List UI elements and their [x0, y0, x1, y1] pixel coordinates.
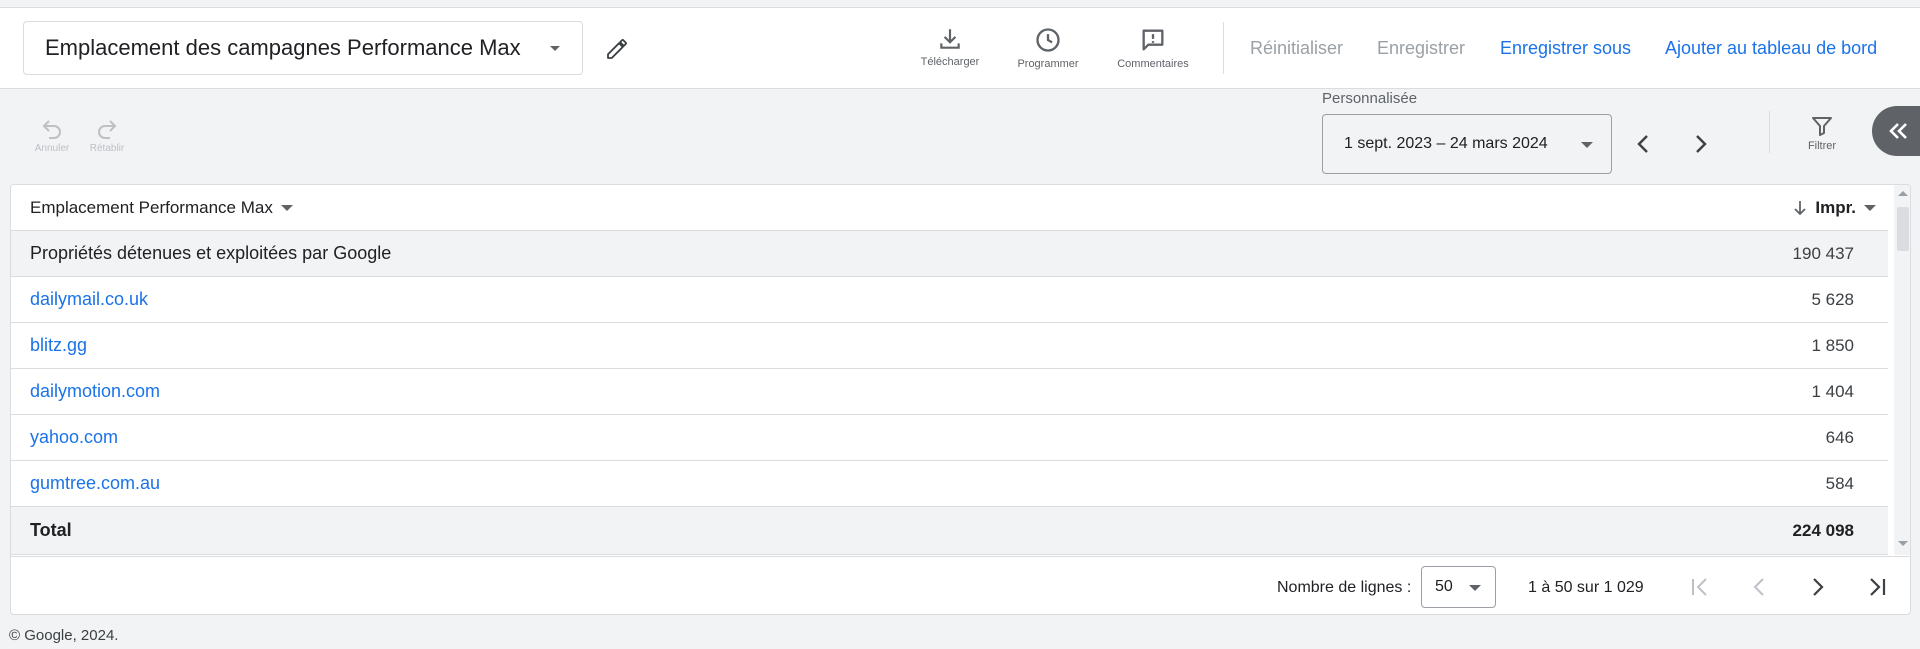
date-range-caption: Personnalisée — [1322, 90, 1418, 107]
top-strip — [0, 0, 1920, 8]
comment-icon — [1142, 29, 1164, 51]
table-total-row: Total 224 098 — [11, 507, 1888, 555]
collapse-panel-button[interactable] — [1872, 106, 1920, 156]
date-range-value: 1 sept. 2023 – 24 mars 2024 — [1344, 135, 1548, 152]
save-as-button[interactable]: Enregistrer sous — [1500, 38, 1631, 59]
filter-icon — [1812, 117, 1832, 136]
placement-table: Emplacement Performance Max Impr. Propri… — [10, 184, 1911, 615]
redo-button[interactable]: Rétablir — [80, 117, 134, 154]
clock-icon — [1036, 28, 1060, 52]
comments-label: Commentaires — [1117, 58, 1189, 70]
toolbar-divider — [1769, 111, 1770, 153]
scroll-down-icon[interactable] — [1898, 541, 1908, 546]
redo-icon — [98, 120, 117, 139]
table-scrollbar[interactable] — [1894, 185, 1910, 555]
placement-link[interactable]: gumtree.com.au — [30, 473, 160, 494]
rows-per-page-select[interactable]: 50 — [1421, 566, 1496, 608]
pencil-icon — [607, 39, 627, 59]
chevron-right-icon — [1813, 578, 1824, 596]
first-page-button[interactable] — [1685, 572, 1715, 602]
arrow-down-icon — [1794, 200, 1807, 215]
save-button[interactable]: Enregistrer — [1377, 38, 1465, 59]
scrollbar-thumb[interactable] — [1897, 207, 1909, 251]
table-row: dailymotion.com 1 404 — [11, 369, 1888, 415]
total-impressions: 224 098 — [1792, 520, 1854, 540]
report-toolbar: Annuler Rétablir Personnalisée 1 sept. 2… — [0, 89, 1920, 185]
impressions-cell: 5 628 — [1811, 289, 1854, 309]
chevron-down-icon — [1581, 142, 1593, 148]
impressions-cell: 584 — [1825, 473, 1854, 493]
chevron-down-icon — [280, 204, 293, 211]
chevron-down-icon — [550, 46, 560, 51]
placement-link[interactable]: yahoo.com — [30, 427, 118, 448]
table-row: yahoo.com 646 — [11, 415, 1888, 461]
impressions-cell: 190 437 — [1792, 243, 1854, 263]
edit-title-button[interactable] — [600, 32, 634, 66]
undo-icon — [42, 120, 61, 139]
header-divider — [1223, 22, 1224, 74]
add-to-dashboard-button[interactable]: Ajouter au tableau de bord — [1665, 38, 1877, 59]
next-period-button[interactable] — [1686, 129, 1716, 159]
last-page-icon — [1870, 578, 1886, 596]
pagination-range: 1 à 50 sur 1 029 — [1528, 579, 1644, 596]
pagination-bar: Nombre de lignes : 50 1 à 50 sur 1 029 — [11, 556, 1910, 614]
table-row: blitz.gg 1 850 — [11, 323, 1888, 369]
impressions-cell: 646 — [1825, 427, 1854, 447]
impressions-cell: 1 404 — [1811, 381, 1854, 401]
next-page-button[interactable] — [1803, 572, 1833, 602]
first-page-icon — [1692, 578, 1707, 596]
redo-label: Rétablir — [89, 143, 125, 154]
date-range-picker[interactable]: 1 sept. 2023 – 24 mars 2024 — [1322, 114, 1612, 174]
impressions-cell: 1 850 — [1811, 335, 1854, 355]
column-header-impressions[interactable]: Impr. — [1793, 198, 1876, 218]
placement-cell: Propriétés détenues et exploitées par Go… — [30, 243, 392, 263]
scroll-up-icon[interactable] — [1898, 191, 1908, 196]
reset-button[interactable]: Réinitialiser — [1250, 38, 1343, 59]
table-header-row: Emplacement Performance Max Impr. — [11, 185, 1888, 231]
schedule-button[interactable]: Programmer — [1003, 26, 1093, 70]
report-header: Emplacement des campagnes Performance Ma… — [0, 8, 1920, 89]
placement-link[interactable]: blitz.gg — [30, 335, 87, 356]
download-icon — [940, 29, 960, 49]
table-row: gumtree.com.au 584 — [11, 461, 1888, 507]
download-label: Télécharger — [920, 56, 980, 68]
table-row: Propriétés détenues et exploitées par Go… — [11, 231, 1888, 277]
previous-page-button[interactable] — [1744, 572, 1774, 602]
previous-period-button[interactable] — [1628, 129, 1658, 159]
filter-button[interactable]: Filtrer — [1797, 114, 1847, 152]
double-chevron-left-icon — [1889, 123, 1907, 139]
chevron-left-icon — [1753, 578, 1764, 596]
schedule-label: Programmer — [1017, 58, 1079, 70]
undo-label: Annuler — [34, 143, 70, 154]
download-button[interactable]: Télécharger — [905, 26, 995, 68]
copyright-footer: © Google, 2024. — [9, 627, 119, 644]
column-header-placement[interactable]: Emplacement Performance Max — [30, 198, 293, 218]
chevron-right-icon — [1696, 135, 1707, 153]
column-header-placement-label: Emplacement Performance Max — [30, 197, 273, 217]
report-title: Emplacement des campagnes Performance Ma… — [45, 35, 521, 60]
report-title-dropdown[interactable]: Emplacement des campagnes Performance Ma… — [23, 21, 583, 75]
placement-link[interactable]: dailymotion.com — [30, 381, 160, 402]
total-label: Total — [30, 520, 72, 540]
placement-link[interactable]: dailymail.co.uk — [30, 289, 148, 310]
chevron-down-icon — [1864, 204, 1876, 211]
filter-label: Filtrer — [1807, 140, 1837, 152]
rows-per-page-label: Nombre de lignes : — [1277, 579, 1412, 596]
undo-button[interactable]: Annuler — [25, 117, 79, 154]
last-page-button[interactable] — [1862, 572, 1892, 602]
table-row: dailymail.co.uk 5 628 — [11, 277, 1888, 323]
chevron-left-icon — [1637, 135, 1648, 153]
comments-button[interactable]: Commentaires — [1108, 26, 1198, 70]
column-header-impressions-label: Impr. — [1815, 197, 1856, 217]
chevron-down-icon — [1469, 585, 1481, 591]
rows-per-page-value: 50 — [1435, 578, 1453, 595]
